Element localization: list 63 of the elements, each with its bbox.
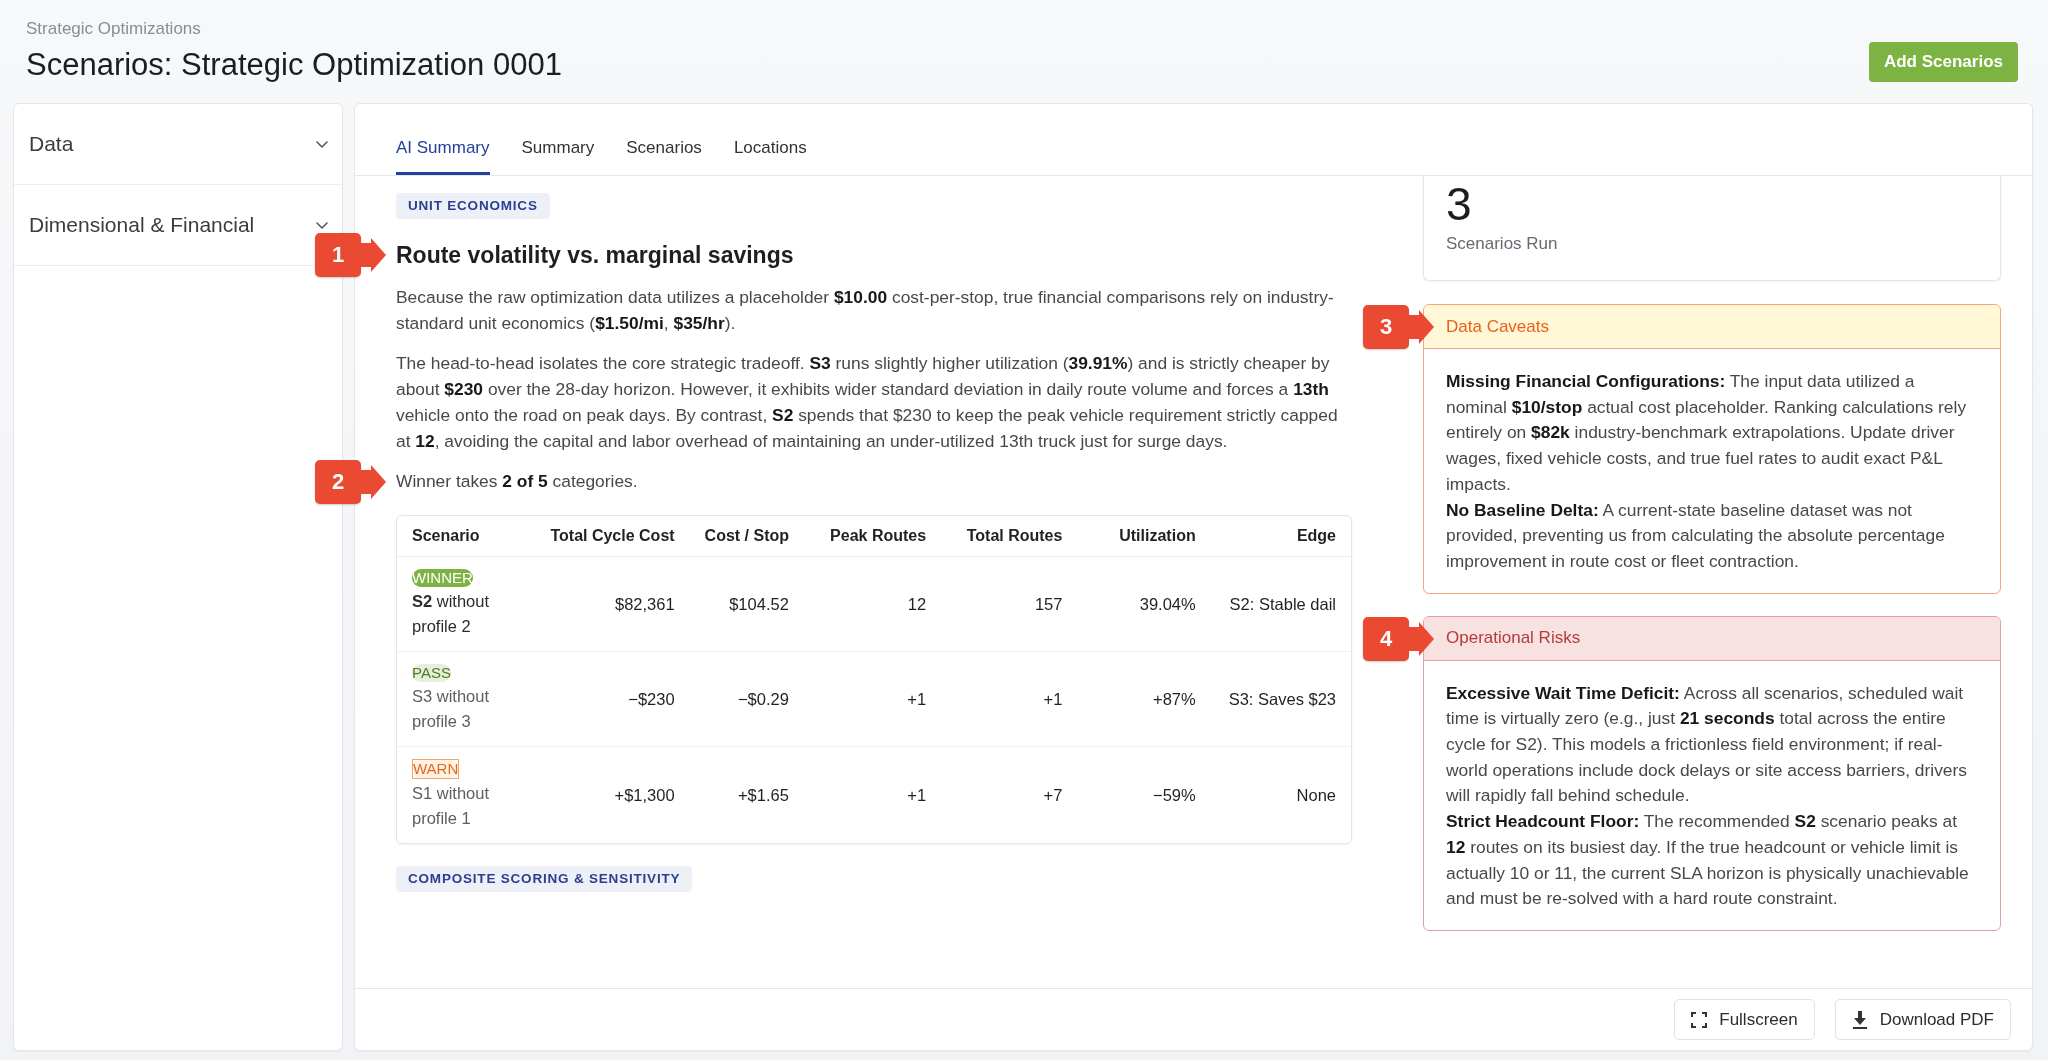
table-cell: +1	[941, 651, 1078, 747]
table-cell: +1	[803, 746, 942, 844]
arrow-icon	[1409, 621, 1434, 656]
fullscreen-icon	[1691, 1011, 1708, 1028]
summary-paragraph: The head-to-head isolates the core strategic tradeoff. S3 runs slightly higher utilization (39.91%) and is strictly cheaper by about $230 over the 28-day horizon. However, it exhibits wider standard deviation in daily route volume and forces a 13th vehicle onto the road on peak days. By contrast, S2 spends that $230 to keep the peak vehicle requirement strictly capped at 12, avoiding the capital and labor overhead of maintaining an under-utilized 13th truck just for surge days.	[396, 352, 1339, 453]
column-header: Scenario	[397, 515, 532, 557]
page-title: Scenarios: Strategic Optimization 0001	[26, 46, 562, 84]
notice-paragraph: Excessive Wait Time Deficit: Across all scenarios, scheduled wait time is virtually zero (e.g., just 21 seconds total across the entire cycle for S2). This models a frictionless field environment; if real-world operations include dock delays or site access barriers, drivers will rapidly fall behind schedule.	[1446, 681, 1968, 808]
tab[interactable]: AI Summary	[396, 136, 490, 175]
notice-header: Operational Risks	[1424, 616, 2000, 661]
tab[interactable]: Locations	[733, 136, 807, 175]
scenario-name: S1 without profile 1	[412, 783, 491, 830]
column-header: Peak Routes	[803, 515, 942, 557]
scenario-name: S2 without profile 2	[412, 591, 491, 638]
table-cell: 39.04%	[1077, 556, 1211, 652]
step-number-badge: 2	[315, 460, 361, 505]
status-badge: WARN	[412, 759, 460, 780]
stat-value: 3	[1446, 181, 1473, 227]
table-cell: +7	[941, 746, 1078, 844]
status-badge: PASS	[412, 664, 451, 683]
download-pdf-button[interactable]: Download PDF	[1834, 999, 2011, 1040]
table-cell: S3: Saves $23	[1210, 651, 1351, 747]
step-number-badge: 3	[1363, 305, 1409, 349]
column-header: Utilization	[1077, 515, 1211, 557]
tab[interactable]: Scenarios	[626, 136, 702, 175]
table-cell: +87%	[1077, 651, 1211, 747]
summary-paragraph: Because the raw optimization data utilizes a placeholder $10.00 cost-per-stop, true financial comparisons rely on industry-standard unit economics ($1.50/mi, $35/hr).	[396, 286, 1335, 335]
table-cell: S2: Stable dail	[1210, 556, 1351, 652]
notice-header: Data Caveats	[1424, 305, 2000, 349]
accordion-item[interactable]: Data	[14, 104, 342, 185]
arrow-icon	[361, 465, 386, 500]
notice-paragraph: Strict Headcount Floor: The recommended S2 scenario peaks at 12 routes on its busiest day. If the true headcount or vehicle limit is actually 10 or 11, the current SLA horizon is physically unachievable and must be re-solved with a hard route constraint.	[1446, 810, 1970, 911]
column-header: Cost / Stop	[689, 515, 804, 557]
table-cell: −$230	[531, 651, 690, 747]
table-cell: +$1.65	[689, 746, 804, 844]
tab[interactable]: Summary	[521, 136, 595, 175]
section-tag: COMPOSITE SCORING & SENSITIVITY	[396, 866, 693, 893]
winner-note: Winner takes 2 of 5 categories.	[396, 470, 638, 494]
step-number-badge: 1	[315, 233, 361, 277]
table-cell: None	[1210, 746, 1351, 844]
scenario-name: S3 without profile 3	[412, 686, 491, 733]
arrow-icon	[361, 238, 386, 272]
table-cell: +$1,300	[531, 746, 690, 844]
step-number-badge: 4	[1363, 616, 1409, 661]
table-cell: −$0.29	[689, 651, 804, 747]
arrow-icon	[1409, 310, 1434, 344]
column-header: Total Cycle Cost	[531, 515, 690, 557]
table-cell: $82,361	[531, 556, 690, 652]
download-icon	[1851, 1010, 1868, 1029]
column-header: Edge	[1210, 515, 1351, 557]
table-cell: 157	[941, 556, 1078, 652]
section-heading: Route volatility vs. marginal savings	[396, 241, 794, 269]
stat-label: Scenarios Run	[1446, 233, 1559, 255]
table-cell: 12	[803, 556, 942, 652]
table-cell: $104.52	[689, 556, 804, 652]
fullscreen-button[interactable]: Fullscreen	[1674, 999, 1815, 1040]
section-tag: UNIT ECONOMICS	[396, 193, 550, 219]
column-header: Total Routes	[941, 515, 1078, 557]
table-cell: −59%	[1077, 746, 1211, 844]
notice-paragraph: No Baseline Delta: A current-state baseline dataset was not provided, preventing us from calculating the absolute percentage improvement in route cost or fleet contraction.	[1446, 498, 1946, 573]
notice-paragraph: Missing Financial Configurations: The input data utilized a nominal $10/stop actual cost placeholder. Ranking calculations rely entirely on $82k industry-benchmark extrapolations. Update driver wages, fixed vehicle costs, and true fuel rates to audit exact P&L impacts.	[1446, 370, 1968, 496]
table-cell: +1	[803, 651, 942, 747]
status-badge: WINNER	[412, 569, 473, 588]
